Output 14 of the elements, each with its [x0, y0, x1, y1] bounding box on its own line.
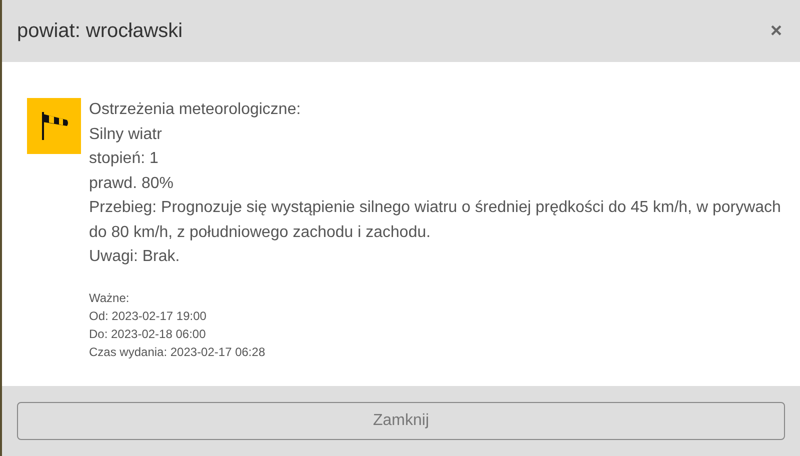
- wind-warning-icon: [27, 98, 81, 154]
- dialog-title: powiat: wrocławski: [17, 19, 183, 44]
- validity-text: Ważne:: [89, 290, 130, 306]
- warning-text: Ostrzeżenia meteorologiczne:: [89, 100, 302, 120]
- warning-text: Przebieg: Prognozuje się wystąpienie silnego wiatru o średniej prędkości do 45 km/h, w porywach do 80 km/h, z południowego zachodu i zachodu.: [89, 198, 782, 242]
- warning-text: Silny wiatr: [89, 124, 163, 144]
- warning-text: prawd. 80%: [89, 174, 174, 194]
- validity-text: Od: 2023-02-17 19:00: [89, 308, 208, 324]
- warning-text: Uwagi: Brak.: [89, 247, 181, 267]
- validity-text: Do: 2023-02-18 06:00: [89, 326, 207, 342]
- close-button[interactable]: ×: [770, 21, 782, 41]
- warning-text: stopień: 1: [89, 149, 160, 169]
- validity-text: Czas wydania: 2023-02-17 06:28: [89, 344, 266, 360]
- close-dialog-button[interactable]: Zamknij: [17, 402, 785, 440]
